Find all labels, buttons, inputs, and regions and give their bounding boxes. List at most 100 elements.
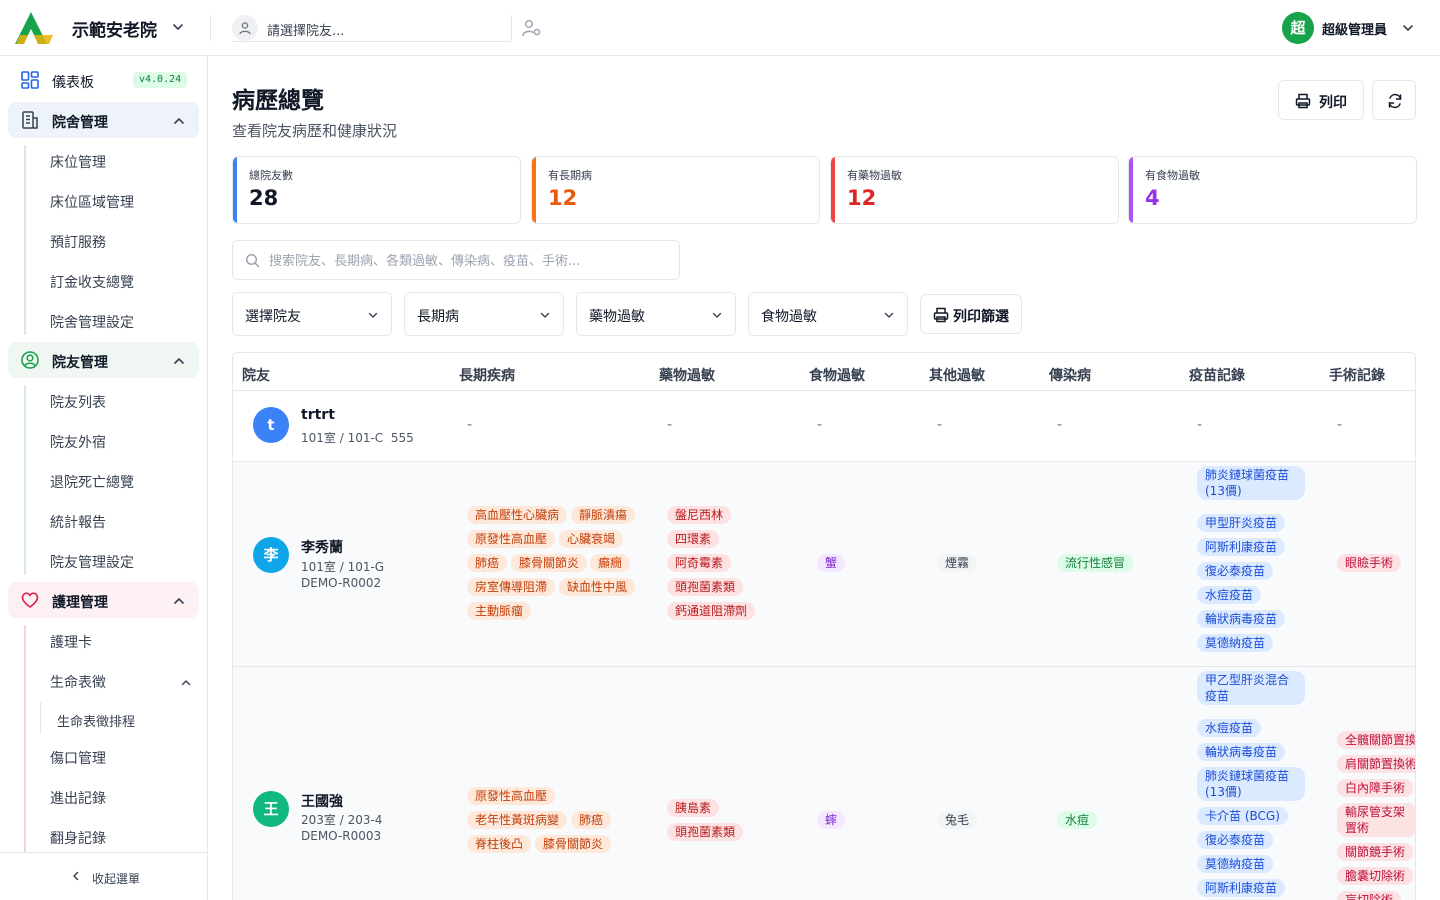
user-settings-icon[interactable] [522, 19, 542, 37]
tree-line [24, 385, 26, 575]
resident-name[interactable]: 王國強 [301, 791, 343, 811]
stat-value: 12 [847, 186, 877, 210]
vaccine-tag: 卡介苗 (BCG) [1197, 807, 1288, 825]
printer-icon [933, 307, 949, 323]
surgery-tag: 全髖關節置換 [1337, 731, 1415, 749]
sidebar-item-beds[interactable]: 床位管理 [50, 152, 106, 172]
chronic-tag: 老年性黃斑病變 [467, 811, 568, 829]
vaccine-tag: 復必泰疫苗 [1197, 831, 1274, 849]
food-allergy-tag: 蟀 [817, 811, 846, 829]
sidebar-item-in-out[interactable]: 進出記錄 [50, 788, 106, 808]
stat-value: 28 [249, 186, 279, 210]
stat-card-total: 總院友數 28 [232, 156, 521, 224]
divider [233, 390, 1415, 391]
printer-icon [1295, 93, 1311, 109]
heart-icon [20, 590, 40, 610]
drug-allergy-tag: 頭孢菌素類 [667, 823, 744, 841]
user-avatar[interactable]: 超 [1282, 12, 1314, 44]
vaccine-tag: 輪狀病毒疫苗 [1197, 743, 1286, 761]
chronic-tag: 原發性高血壓 [467, 530, 556, 548]
filter-resident-select[interactable]: 選擇院友 [232, 292, 392, 336]
user-icon [232, 15, 258, 41]
sidebar-item-resident-list[interactable]: 院友列表 [50, 392, 106, 412]
chronic-tag: 癲癇 [590, 554, 631, 572]
top-bar: 示範安老院 請選擇院友... 超 超級管理員 [0, 0, 1440, 56]
vaccine-tag: 阿斯利康疫苗 [1197, 538, 1286, 556]
card-accent [532, 157, 536, 223]
sidebar-item-reports[interactable]: 統計報告 [50, 512, 106, 532]
sidebar-item-leave[interactable]: 院友外宿 [50, 432, 106, 452]
chevron-up-icon [172, 114, 186, 128]
sidebar-item-vitals-schedule[interactable]: 生命表徵排程 [57, 711, 135, 730]
sidebar-item-turning[interactable]: 翻身記錄 [50, 828, 106, 848]
main-content: 病歷總覽 查看院友病歷和健康狀況 列印 總院友數 28 有長期病 12 有藥物過… [208, 56, 1440, 900]
resident-selector[interactable]: 請選擇院友... [232, 14, 510, 42]
column-header: 長期疾病 [459, 368, 515, 384]
sidebar-item-vitals[interactable]: 生命表徵 [50, 672, 106, 692]
refresh-button[interactable] [1372, 80, 1416, 120]
vaccine-tag: 甲型肝炎疫苗 [1197, 514, 1286, 532]
search-input[interactable] [269, 251, 669, 271]
drug-allergy-tag: 阿奇霉素 [667, 554, 732, 572]
filter-label: 選擇院友 [245, 309, 301, 325]
sidebar-item-care-card[interactable]: 護理卡 [50, 632, 92, 652]
resident-name[interactable]: trtrt [301, 407, 335, 423]
card-accent [233, 157, 237, 223]
chevron-down-icon[interactable] [171, 20, 185, 34]
sidebar: 儀表板 v4.0.24 院舍管理 床位管理 床位區域管理 預訂服務 訂金收支總覽… [0, 56, 208, 900]
filter-food-allergy-select[interactable]: 食物過敏 [748, 292, 908, 336]
avatar: t [253, 407, 289, 443]
print-filtered-label: 列印篩選 [953, 309, 1009, 325]
sidebar-group-nursing[interactable]: 護理管理 [8, 582, 199, 618]
collapse-sidebar-button[interactable]: 收起選單 [0, 852, 207, 900]
app-logo [13, 11, 55, 45]
vaccine-tag: 莫德納疫苗 [1197, 634, 1274, 652]
column-header: 手術記錄 [1329, 368, 1385, 384]
infectious-disease-tag: 流行性感冒 [1057, 554, 1134, 572]
vaccine-tag: 復必泰疫苗 [1197, 562, 1274, 580]
user-name[interactable]: 超級管理員 [1322, 19, 1387, 38]
sidebar-item-resident-settings[interactable]: 院友管理設定 [50, 552, 134, 572]
filter-chronic-select[interactable]: 長期病 [404, 292, 564, 336]
org-name[interactable]: 示範安老院 [72, 16, 157, 41]
filter-label: 藥物過敏 [589, 309, 645, 325]
column-header: 傳染病 [1049, 368, 1091, 384]
print-button[interactable]: 列印 [1278, 80, 1364, 120]
print-filtered-button[interactable]: 列印篩選 [920, 294, 1022, 334]
surgery-tag: 膽囊切除術 [1337, 867, 1414, 885]
table-row[interactable]: 王 王國強 203室 / 203-4 DEMO-R0003 原發性高血壓 老年性… [233, 667, 1415, 900]
sidebar-group-facility[interactable]: 院舍管理 [8, 102, 199, 138]
sidebar-item-bed-areas[interactable]: 床位區域管理 [50, 192, 134, 212]
stat-value: 12 [548, 186, 578, 210]
sidebar-item-deposits[interactable]: 訂金收支總覽 [50, 272, 134, 292]
infectious-disease-tag: 水痘 [1057, 811, 1098, 829]
empty-value: - [937, 417, 943, 433]
stat-label: 有長期病 [548, 169, 592, 182]
version-badge: v4.0.24 [133, 72, 188, 88]
sidebar-group-residents[interactable]: 院友管理 [8, 342, 199, 378]
sidebar-item-booking[interactable]: 預訂服務 [50, 232, 106, 252]
sidebar-item-dashboard[interactable]: 儀表板 v4.0.24 [8, 62, 199, 98]
resident-code: DEMO-R0002 [301, 576, 382, 590]
chevron-down-icon[interactable] [1401, 21, 1415, 35]
table-row[interactable]: 李 李秀蘭 101室 / 101-G DEMO-R0002 高血壓性心臟病 靜脈… [233, 462, 1415, 666]
surgery-tag: 盲切除術 [1337, 891, 1402, 900]
empty-value: - [1337, 417, 1343, 433]
column-header: 疫苗記錄 [1189, 368, 1245, 384]
sidebar-item-discharge[interactable]: 退院死亡總覽 [50, 472, 134, 492]
filter-label: 食物過敏 [761, 309, 817, 325]
resident-name[interactable]: 李秀蘭 [301, 537, 343, 557]
filter-drug-allergy-select[interactable]: 藥物過敏 [576, 292, 736, 336]
search-box[interactable] [232, 240, 680, 280]
resident-room: 203室 / 203-4 [301, 813, 383, 827]
divider [511, 15, 512, 41]
drug-allergy-tag: 盤尼西林 [667, 506, 732, 524]
chevron-up-icon[interactable] [180, 677, 192, 689]
sidebar-item-wounds[interactable]: 傷口管理 [50, 748, 106, 768]
resident-selector-placeholder: 請選擇院友... [267, 24, 345, 39]
resident-room: 101室 / 101-C 555 [301, 431, 414, 445]
sidebar-item-facility-settings[interactable]: 院舍管理設定 [50, 312, 134, 332]
surgery-tag: 眼瞼手術 [1337, 554, 1402, 572]
vaccine-tag: 肺炎鏈球菌疫苗(13價) [1197, 466, 1305, 500]
chevron-left-icon [73, 871, 79, 881]
